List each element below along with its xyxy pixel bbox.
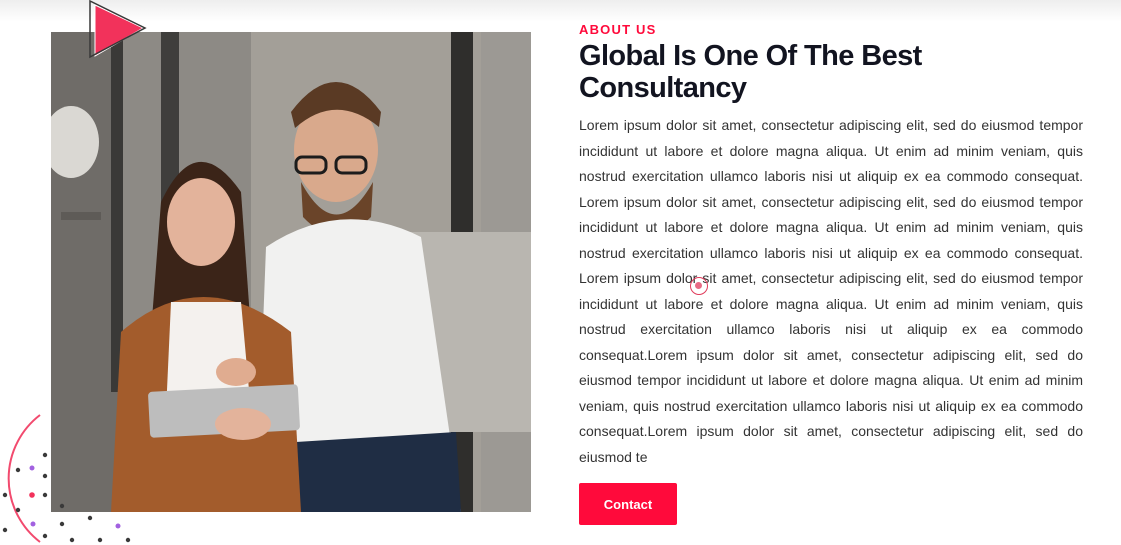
contact-button[interactable]: Contact <box>579 483 677 525</box>
dots-decoration <box>2 452 131 543</box>
cursor-ring-icon <box>690 277 708 295</box>
about-description: Lorem ipsum dolor sit amet, consectetur … <box>579 117 1083 465</box>
play-triangle-icon <box>89 0 147 59</box>
section-eyebrow: ABOUT US <box>579 22 657 37</box>
header-shadow <box>0 0 1121 22</box>
section-title: Global Is One Of The Best Consultancy <box>579 40 922 104</box>
about-photo <box>51 32 531 512</box>
